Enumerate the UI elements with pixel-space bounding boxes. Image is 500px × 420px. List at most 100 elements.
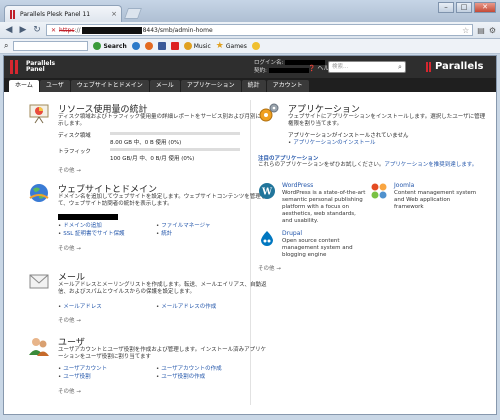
maximize-button[interactable]: □ [456,2,472,13]
install-apps-links: • アプリケーションのインストール [288,140,376,146]
panel-logo-text: Parallels Panel [26,60,56,73]
joomla-desc: Content management system and Web applic… [394,190,477,210]
minimize-button[interactable]: – [438,2,454,13]
resources-section: リソース使用量の統計 ディスク領域およびトラフィック使用量の詳細レポートをサービ… [28,102,267,174]
search-provider-icon[interactable]: ⌕ [4,41,8,51]
new-tab-button[interactable] [123,8,143,19]
websites-links-left: • ドメインの追加 • SSL 証明書でサイト保護 [58,223,125,237]
websites-section: ウェブサイトとドメイン ドメイン名を追加してウェブサイトを設定します。ウェブサイ… [28,182,266,257]
disk-usage-value: 8.00 GB 中、0 B 使用 (0%) [110,140,182,146]
create-user-account-link[interactable]: ユーザアカウントの作成 [161,366,221,372]
firefox-icon[interactable] [144,42,153,50]
resources-desc: ディスク領域およびトラフィック使用量の詳細レポートをサービス別および月別に表示し… [58,114,267,127]
users-links-right: • ユーザアカウントの作成 • ユーザ役割の作成 [156,366,222,380]
star-icon: ★ [215,41,224,51]
ssl-link[interactable]: SSL 証明書でサイト保護 [63,231,124,237]
forward-icon[interactable]: ▶ [18,25,28,35]
page-menu-icon[interactable]: ▤ [477,26,485,35]
traffic-usage-value: 100 GB/月 中、0 B/月 使用 (0%) [110,156,195,162]
tab-title: Parallels Plesk Panel 11 [20,10,91,18]
url-input[interactable]: ✕ https :// 8443/smb/admin-home ☆ [46,24,474,36]
mail-addresses-link[interactable]: メールアドレス [63,304,102,310]
redacted-domain [58,214,118,220]
mail-links-right: • メールアドレスの作成 [156,304,217,310]
drupal-title[interactable]: Drupal [282,230,302,237]
toolbar-search-button[interactable]: Search [93,42,127,50]
featured-apps-title: 注目のアプリケーション [258,156,319,162]
close-window-button[interactable]: ✕ [474,2,496,13]
search-icon[interactable]: ⌕ [398,62,402,72]
install-app-link[interactable]: アプリケーションのインストール [293,140,375,146]
tab-statistics[interactable]: 統計 [241,80,266,92]
users-more-link[interactable]: その他 → [58,387,81,395]
parallels-logo-icon [10,60,23,74]
weather-icon[interactable] [251,42,260,50]
users-icon [29,338,49,356]
parallels-brand: Parallels [426,61,484,72]
websites-more-link[interactable]: その他 → [58,244,81,252]
plesk-favicon-icon [10,9,17,19]
back-icon[interactable]: ◀ [4,25,14,35]
bookmark-star-icon[interactable]: ☆ [462,26,472,35]
create-mail-link[interactable]: メールアドレスの作成 [161,304,216,310]
recommended-apps-link[interactable]: アプリケーションを推奨到達します。 [384,162,477,168]
applications-more-link[interactable]: その他 → [258,264,281,272]
users-section: ユーザ ユーザアカウントとユーザ役割を作成および管理します。インストール済みアプ… [28,335,266,410]
music-icon [183,42,192,50]
lock-warning-icon: ✕ [51,26,57,34]
reload-icon[interactable]: ↻ [32,25,42,35]
no-apps-text: アプリケーションがインストールされていません [288,133,409,139]
tab-home[interactable]: ホーム [9,80,39,92]
youtube-icon[interactable] [170,42,179,50]
user-accounts-link[interactable]: ユーザアカウント [63,366,107,372]
applications-section: アプリケーション ウェブサイトにアプリケーションをインストールします。選択したユ… [258,102,490,302]
tab-websites-domains[interactable]: ウェブサイトとドメイン [70,80,149,92]
url-scheme: https [59,26,75,34]
users-desc: ユーザアカウントとユーザ役割を作成および管理します。インストール済みアプリケーシ… [58,347,267,360]
websites-desc: ドメイン名を追加してウェブサイトを設定します。ウェブサイトコンテンツを管理して、… [58,194,267,207]
envelope-icon [29,274,49,289]
resources-more-link[interactable]: その他 → [58,166,81,174]
file-manager-link[interactable]: ファイルマネージャ [161,223,210,229]
toolbar-music-button[interactable]: Music [183,42,211,50]
tab-mail[interactable]: メール [149,80,180,92]
url-path: 8443/smb/admin-home [142,26,213,34]
wrench-icon[interactable]: ⚙ [489,26,496,35]
plesk-panel: Parallels Panel ログイン名: 契約: ❓ ヘルプ ▾ 検索...… [3,55,497,415]
users-links-left: • ユーザアカウント • ユーザ役割 [58,366,108,380]
create-user-role-link[interactable]: ユーザ役割の作成 [161,374,205,380]
mail-links-left: • メールアドレス [58,304,102,310]
tab-close-icon[interactable]: × [107,10,121,18]
gears-icon [259,103,279,122]
redacted-subscription [268,68,309,73]
svg-text:W: W [261,188,273,198]
extension-toolbar: ⌕ Search Music ★ Games [0,39,500,54]
featured-apps-desc: これらのアプリケーションをぜひお試しください。アプリケーションを推奨到達します。 [258,162,478,168]
globe-icon[interactable] [131,42,140,50]
browser-titlebar: Parallels Plesk Panel 11 × – □ ✕ [0,0,500,22]
tab-applications[interactable]: アプリケーション [180,80,241,92]
tab-users[interactable]: ユーザ [39,80,70,92]
joomla-title[interactable]: Joomla [394,182,414,189]
wordpress-icon: W [259,183,275,199]
drupal-icon [261,231,273,246]
facebook-icon[interactable] [157,42,166,50]
panel-header: Parallels Panel ログイン名: 契約: ❓ ヘルプ ▾ 検索...… [4,56,496,78]
tab-account[interactable]: アカウント [266,80,309,92]
applications-desc: ウェブサイトにアプリケーションをインストールします。選択したユーザに管理権限を割… [288,114,486,127]
joomla-icon [371,183,387,199]
toolbar-search-input[interactable] [13,41,89,51]
browser-tab[interactable]: Parallels Plesk Panel 11 × [4,5,122,22]
statistics-link[interactable]: 統計 [161,231,172,237]
add-domain-link[interactable]: ドメインの追加 [63,223,102,229]
toolbar-games-button[interactable]: ★ Games [216,41,247,51]
panel-search-input[interactable]: 検索... ⌕ [328,61,406,73]
mail-more-link[interactable]: その他 → [58,316,81,324]
wordpress-title[interactable]: WordPress [282,182,313,189]
traffic-usage-label: トラフィック [58,149,91,155]
user-roles-link[interactable]: ユーザ役割 [63,374,90,380]
mail-desc: メールアドレスとメーリングリストを作成します。転送、メールエイリアス、自動返信、… [58,282,267,295]
search-icon [93,42,102,50]
websites-links-right: • ファイルマネージャ • 統計 [156,223,211,237]
window-controls: – □ ✕ [438,2,496,13]
